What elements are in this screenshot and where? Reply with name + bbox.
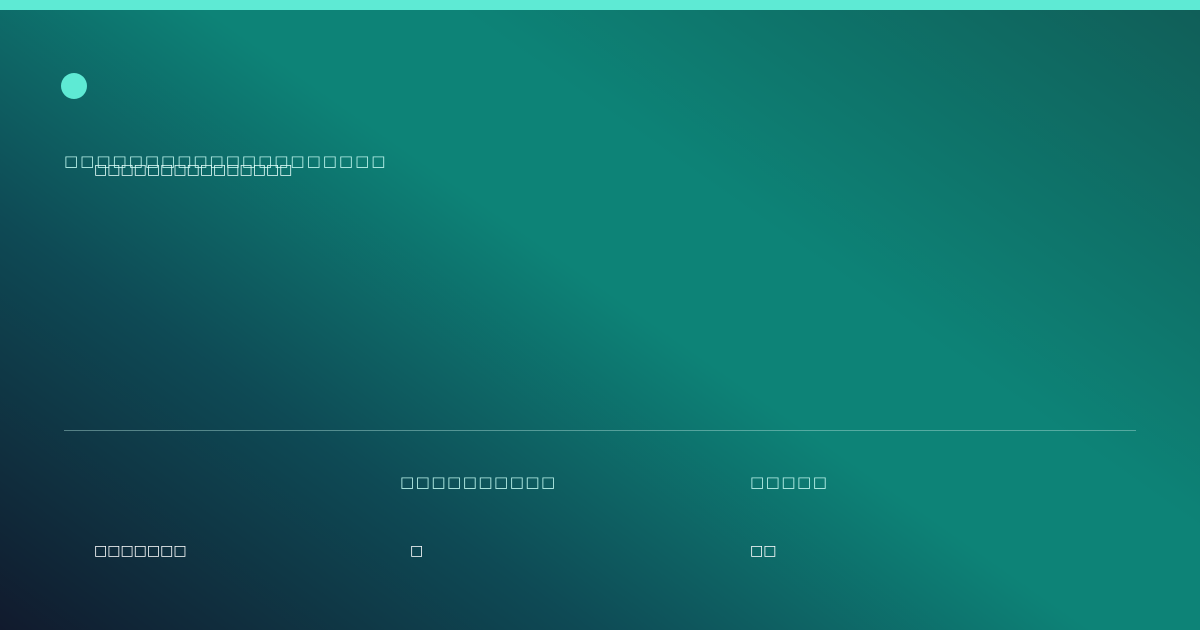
section-divider — [64, 430, 1136, 431]
stat-value-1: □□□□□□□ — [94, 543, 187, 559]
stat-value-3: □□ — [750, 543, 777, 559]
accent-top-bar — [0, 0, 1200, 10]
stat-value-2: □ — [410, 543, 424, 559]
teal-circle-icon — [61, 73, 87, 99]
preview-card: □□□□□□□□□□□□□□□□□□□□ □□□□□□□□□□□□□□□ □□□… — [0, 0, 1200, 630]
header-subtitle: □□□□□□□□□□□□□□□ — [94, 162, 293, 178]
stat-label-3: □□□□□ — [750, 473, 829, 491]
stat-label-2: □□□□□□□□□□ — [400, 473, 557, 491]
